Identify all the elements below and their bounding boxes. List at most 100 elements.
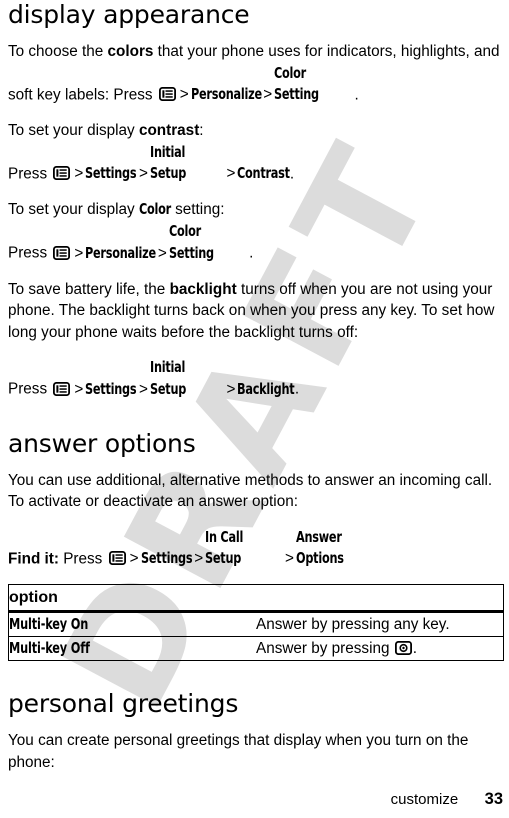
body-text: You can use additional, alternative meth… <box>8 471 493 511</box>
table-row: Multi-key Off Answer by pressing . <box>8 636 504 661</box>
menu-key-icon <box>108 550 126 565</box>
body-text: Press <box>58 550 107 567</box>
menu-key-icon <box>158 86 176 101</box>
menu-path-item: Settings <box>141 548 193 570</box>
table-cell-option: Multi-key On <box>8 611 256 637</box>
option-description: Answer by pressing any key. <box>256 616 450 633</box>
path-separator: > <box>226 165 236 182</box>
menu-path-label: In Call Setup <box>205 527 244 568</box>
menu-path-item: Color <box>139 199 171 221</box>
body-text: . <box>249 244 254 262</box>
menu-path-item: Contrast <box>237 163 291 185</box>
page-footer: customize 33 <box>0 790 503 809</box>
paragraph: To set your display Color setting: <box>8 199 504 221</box>
body-text: You can create personal greetings that d… <box>8 732 469 771</box>
menu-key-icon <box>53 381 71 396</box>
path-separator: > <box>74 165 84 182</box>
body-text: Answer by pressing <box>256 639 394 657</box>
emphasis-text: colors <box>107 43 154 60</box>
option-label: Multi-key Off <box>9 639 90 657</box>
path-separator: > <box>263 86 273 103</box>
path-separator: > <box>179 86 189 103</box>
menu-path-item: Initial Setup <box>150 357 225 400</box>
menu-path-label: Settings <box>85 164 137 182</box>
manual-page: display appearance To choose the colors t… <box>0 0 509 818</box>
menu-path-item: In Call Setup <box>205 527 283 570</box>
body-text: Press <box>8 380 52 398</box>
menu-path-label: Personalize <box>190 85 262 103</box>
body-text: To choose the <box>8 43 108 60</box>
menu-path-item: Answer Options <box>296 527 393 570</box>
paragraph: You can use additional, alternative meth… <box>8 470 504 513</box>
footer-chapter-label: customize <box>390 791 459 808</box>
body-text: . <box>354 86 359 103</box>
menu-path-label: Contrast <box>237 164 291 182</box>
menu-path-item: Backlight <box>237 379 295 401</box>
paragraph: Find it: Press > Settings >In Call Setup >A… <box>8 527 504 571</box>
menu-key-icon <box>53 245 71 260</box>
path-separator: > <box>74 244 84 262</box>
table-row: Multi-key On Answer by pressing any key. <box>8 611 504 637</box>
body-text: : <box>199 122 204 139</box>
menu-path-label: Color <box>138 200 171 218</box>
menu-path-item: Initial Setup <box>150 142 225 185</box>
menu-path-label: Settings <box>85 379 137 398</box>
menu-path-label: Initial Setup <box>149 142 186 183</box>
table-header-label: option <box>9 588 58 606</box>
body-text: Answer by pressing any key. <box>256 615 450 633</box>
path-separator: > <box>74 380 84 398</box>
option-label: Multi-key On <box>9 615 89 633</box>
menu-path-label: Color Setting <box>168 222 214 262</box>
body-text: Press <box>8 165 52 182</box>
send-key-icon <box>394 640 412 655</box>
menu-path-label: Backlight <box>237 379 295 398</box>
emphasis-text: contrast <box>138 122 200 139</box>
table-cell-description: Answer by pressing . <box>256 636 504 661</box>
paragraph: To set your display contrast: <box>8 120 504 142</box>
path-separator: > <box>138 380 148 398</box>
emphasis-text: backlight <box>169 280 237 298</box>
menu-path-item: Settings <box>85 379 137 401</box>
path-separator: > <box>194 550 204 567</box>
menu-path-label: Initial Setup <box>149 358 186 398</box>
table-header-row: option <box>8 584 504 613</box>
table-header-cell: option <box>8 584 504 613</box>
paragraph: Press > Settings >Initial Setup > Contrast. <box>8 142 504 186</box>
footer-page-number: 33 <box>484 790 503 808</box>
paragraph: To save battery life, the backlight turn… <box>8 279 504 344</box>
section-heading: display appearance <box>8 0 250 29</box>
body-text: To set your display <box>8 122 139 139</box>
menu-path-label: Personalize <box>85 243 157 262</box>
page-content: display appearance To choose the colors t… <box>8 0 504 787</box>
emphasis-text: Find it: <box>8 550 59 567</box>
menu-key-icon <box>53 165 71 180</box>
body-text: To save battery life, the <box>8 280 170 298</box>
menu-path-item: Color Setting <box>169 221 249 264</box>
table-cell-description: Answer by pressing any key. <box>256 611 504 637</box>
option-description: Answer by pressing . <box>256 640 417 657</box>
paragraph: To choose the colors that your phone use… <box>8 41 504 106</box>
paragraph: Press > Personalize >Color Setting. <box>8 221 504 265</box>
section-heading: answer options <box>8 428 196 458</box>
path-separator: > <box>129 550 139 567</box>
menu-path-label: Answer Options <box>295 527 344 568</box>
body-text: . <box>289 165 295 182</box>
menu-path-item: Settings <box>85 163 137 185</box>
menu-path-item: Personalize <box>191 84 262 106</box>
table-cell-option: Multi-key Off <box>8 636 256 661</box>
menu-path-item: Personalize <box>85 243 156 265</box>
paragraph: You can create personal greetings that d… <box>8 730 504 773</box>
path-separator: > <box>226 380 236 398</box>
body-text: To set your display <box>8 201 139 218</box>
path-separator: > <box>285 550 294 567</box>
options-table: option Multi-key On Answer by pressing any… <box>8 584 504 661</box>
menu-path-label: Settings <box>140 549 193 567</box>
menu-path-item: Color Setting <box>274 63 354 106</box>
body-text: Press <box>8 244 52 262</box>
path-separator: > <box>157 244 167 262</box>
menu-path-label: Color Setting <box>274 63 320 104</box>
section-heading: personal greetings <box>8 689 239 718</box>
body-text: . <box>294 380 300 398</box>
paragraph: Press > Settings >Initial Setup > Backlight. <box>8 357 504 401</box>
body-text: setting: <box>170 201 225 218</box>
